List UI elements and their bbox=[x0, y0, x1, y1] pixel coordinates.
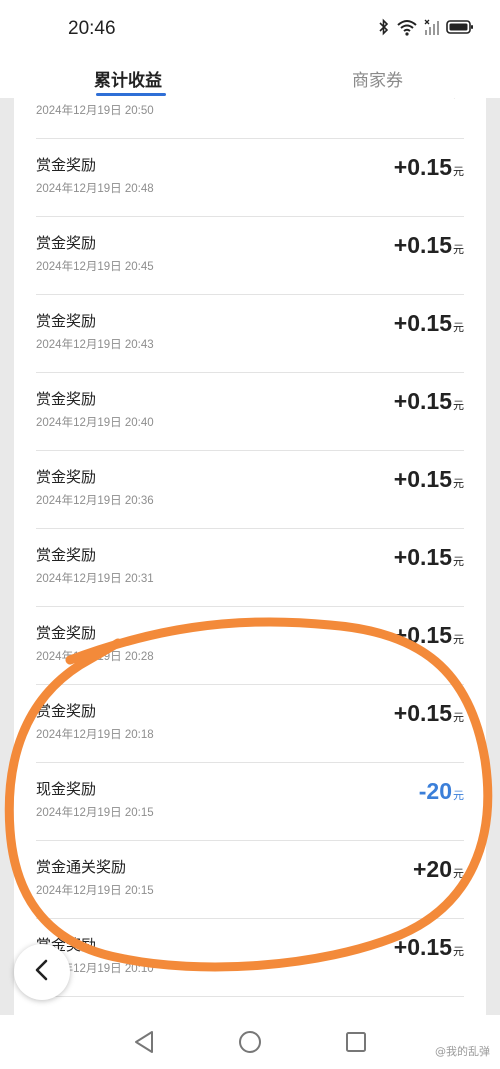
amount-value: +0.15 bbox=[393, 232, 452, 258]
reward-timestamp: 2024年12月19日 20:36 bbox=[36, 495, 154, 507]
wifi-icon bbox=[396, 18, 418, 40]
list-item[interactable]: 赏金奖励 2024年12月19日 20:10 +0.15元 bbox=[36, 918, 464, 997]
reward-timestamp: 2024年12月19日 20:50 bbox=[36, 105, 154, 117]
list-item[interactable]: 赏金奖励 2024年12月19日 20:43 +0.15元 bbox=[36, 294, 464, 373]
amount-value: +0.15 bbox=[393, 154, 452, 180]
recents-square-icon[interactable] bbox=[343, 1029, 369, 1055]
currency-unit: 元 bbox=[453, 946, 464, 958]
back-button[interactable] bbox=[14, 944, 70, 1000]
amount-value: -20 bbox=[418, 778, 452, 804]
earnings-card: 2024年12月19日 20:50+0.15元赏金奖励2024年12月19日 2… bbox=[14, 98, 486, 1015]
reward-timestamp: 2024年12月19日 20:18 bbox=[36, 729, 154, 741]
currency-unit: 元 bbox=[453, 868, 464, 880]
currency-unit: 元 bbox=[453, 556, 464, 568]
reward-timestamp: 2024年12月19日 20:48 bbox=[36, 183, 154, 195]
reward-amount: -20元 bbox=[419, 778, 464, 805]
reward-amount: +0.15元 bbox=[394, 544, 464, 571]
watermark: @我的乱弹 bbox=[435, 1045, 490, 1058]
list-item[interactable]: 答题奖励 bbox=[36, 996, 464, 1015]
reward-title: 赏金奖励 bbox=[36, 390, 97, 408]
reward-timestamp: 2024年12月19日 20:15 bbox=[36, 807, 154, 819]
reward-amount: +0.15元 bbox=[394, 466, 464, 493]
signal-icon bbox=[424, 18, 440, 40]
reward-title: 赏金奖励 bbox=[36, 624, 97, 642]
currency-unit: 元 bbox=[453, 166, 464, 178]
reward-title: 赏金奖励 bbox=[36, 156, 97, 174]
list-item[interactable]: 赏金奖励 2024年12月19日 20:36 +0.15元 bbox=[36, 450, 464, 529]
list-item[interactable]: 赏金奖励 2024年12月19日 20:28 +0.15元 bbox=[36, 606, 464, 685]
reward-amount: +0.15元 bbox=[394, 934, 464, 961]
amount-value: +0.15 bbox=[393, 700, 452, 726]
amount-value: +0.15 bbox=[393, 622, 452, 648]
list-item[interactable]: 赏金奖励 2024年12月19日 20:31 +0.15元 bbox=[36, 528, 464, 607]
back-triangle-icon[interactable] bbox=[131, 1029, 157, 1055]
tab-bar: 累计收益 商家券 bbox=[0, 56, 500, 98]
reward-amount: +0.15元 bbox=[394, 154, 464, 181]
reward-title: 赏金通关奖励 bbox=[36, 858, 127, 876]
list-item[interactable]: 赏金通关奖励 2024年12月19日 20:15 +20元 bbox=[36, 840, 464, 919]
reward-amount: +0.15元 bbox=[394, 98, 464, 103]
reward-timestamp: 2024年12月19日 20:28 bbox=[36, 651, 154, 663]
currency-unit: 元 bbox=[453, 244, 464, 256]
list-item[interactable]: 现金奖励 2024年12月19日 20:15 -20元 bbox=[36, 762, 464, 841]
reward-timestamp: 2024年12月19日 20:15 bbox=[36, 885, 154, 897]
currency-unit: 元 bbox=[453, 634, 464, 646]
amount-value: +0.15 bbox=[393, 310, 452, 336]
reward-title: 赏金奖励 bbox=[36, 234, 97, 252]
status-bar: 20:46 bbox=[0, 0, 500, 56]
amount-value: +20 bbox=[412, 856, 452, 882]
reward-amount: +0.15元 bbox=[394, 388, 464, 415]
reward-title: 赏金奖励 bbox=[36, 468, 97, 486]
reward-title: 赏金奖励 bbox=[36, 546, 97, 564]
chevron-left-icon bbox=[34, 959, 50, 985]
list-item[interactable]: 赏金奖励 2024年12月19日 20:45 +0.15元 bbox=[36, 216, 464, 295]
home-circle-icon[interactable] bbox=[237, 1029, 263, 1055]
reward-timestamp: 2024年12月19日 20:43 bbox=[36, 339, 154, 351]
amount-value: +0.15 bbox=[394, 98, 452, 102]
list-item[interactable]: 2024年12月19日 20:50 +0.15元 bbox=[36, 98, 464, 139]
earnings-list-area[interactable]: 2024年12月19日 20:50+0.15元赏金奖励2024年12月19日 2… bbox=[0, 98, 500, 1015]
currency-unit: 元 bbox=[453, 712, 464, 724]
reward-amount: +0.15元 bbox=[394, 310, 464, 337]
reward-amount: +0.15元 bbox=[394, 622, 464, 649]
currency-unit: 元 bbox=[453, 322, 464, 334]
amount-value: +0.15 bbox=[393, 544, 452, 570]
reward-title: 现金奖励 bbox=[36, 780, 97, 798]
bluetooth-icon bbox=[378, 18, 390, 40]
currency-unit: 元 bbox=[453, 400, 464, 412]
amount-value: +0.15 bbox=[393, 388, 452, 414]
list-item[interactable]: 赏金奖励 2024年12月19日 20:48 +0.15元 bbox=[36, 138, 464, 217]
reward-timestamp: 2024年12月19日 20:31 bbox=[36, 573, 154, 585]
list-item[interactable]: 赏金奖励 2024年12月19日 20:18 +0.15元 bbox=[36, 684, 464, 763]
reward-amount: +20元 bbox=[413, 856, 464, 883]
reward-title: 赏金奖励 bbox=[36, 312, 97, 330]
reward-amount: +0.15元 bbox=[394, 700, 464, 727]
reward-timestamp: 2024年12月19日 20:45 bbox=[36, 261, 154, 273]
list-item[interactable]: 赏金奖励 2024年12月19日 20:40 +0.15元 bbox=[36, 372, 464, 451]
reward-amount: +0.15元 bbox=[394, 232, 464, 259]
system-nav-bar bbox=[0, 1015, 500, 1069]
battery-icon bbox=[446, 19, 474, 39]
reward-title: 赏金奖励 bbox=[36, 702, 97, 720]
reward-timestamp: 2024年12月19日 20:40 bbox=[36, 417, 154, 429]
status-icons bbox=[378, 18, 474, 40]
currency-unit: 元 bbox=[453, 790, 464, 802]
amount-value: +0.15 bbox=[393, 934, 452, 960]
tab-cumulative-earnings[interactable]: 累计收益 bbox=[94, 66, 162, 91]
currency-unit: 元 bbox=[453, 478, 464, 490]
active-tab-indicator bbox=[96, 93, 166, 96]
amount-value: +0.15 bbox=[393, 466, 452, 492]
status-time: 20:46 bbox=[68, 18, 116, 39]
tab-merchant-coupons[interactable]: 商家券 bbox=[352, 66, 403, 91]
currency-unit: 元 bbox=[453, 98, 464, 100]
